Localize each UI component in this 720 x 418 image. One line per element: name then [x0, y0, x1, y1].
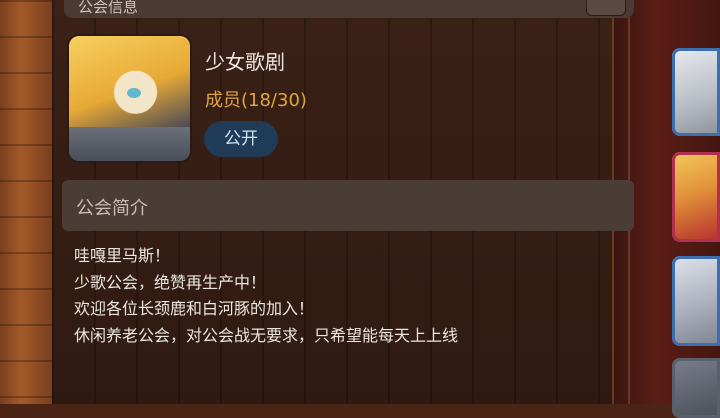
guild-info-title: 公会信息	[78, 0, 139, 16]
avatar-scarf	[69, 127, 190, 161]
guild-info-header: 公会信息	[64, 0, 634, 18]
member-count: 成员(18/30)	[205, 90, 307, 111]
member-avatar[interactable]	[672, 152, 720, 242]
intro-line: 欢迎各位长颈鹿和白河豚的加入！	[74, 299, 315, 318]
guild-avatar	[69, 36, 190, 161]
left-frame	[0, 0, 55, 404]
header-button[interactable]	[586, 0, 626, 16]
intro-line: 少歌公会，绝赞再生产中！	[74, 272, 267, 292]
visibility-badge: 公开	[204, 121, 278, 157]
intro-line: 休闲养老公会，对公会战无要求，只希望能每天上上线	[74, 325, 459, 345]
intro-line: 哇嘎里马斯！	[74, 246, 171, 265]
member-avatar[interactable]	[672, 358, 720, 418]
member-avatar[interactable]	[672, 48, 720, 136]
intro-label: 公会简介	[76, 198, 148, 219]
intro-header: 公会简介	[62, 180, 634, 231]
guild-name: 少女歌剧	[205, 50, 285, 74]
member-avatar[interactable]	[672, 256, 720, 346]
intro-text: 哇嘎里马斯！ 少歌公会，绝赞再生产中！ 欢迎各位长颈鹿和白河豚的加入！ 休闲养老…	[74, 243, 614, 349]
avatar-eye	[127, 88, 141, 98]
